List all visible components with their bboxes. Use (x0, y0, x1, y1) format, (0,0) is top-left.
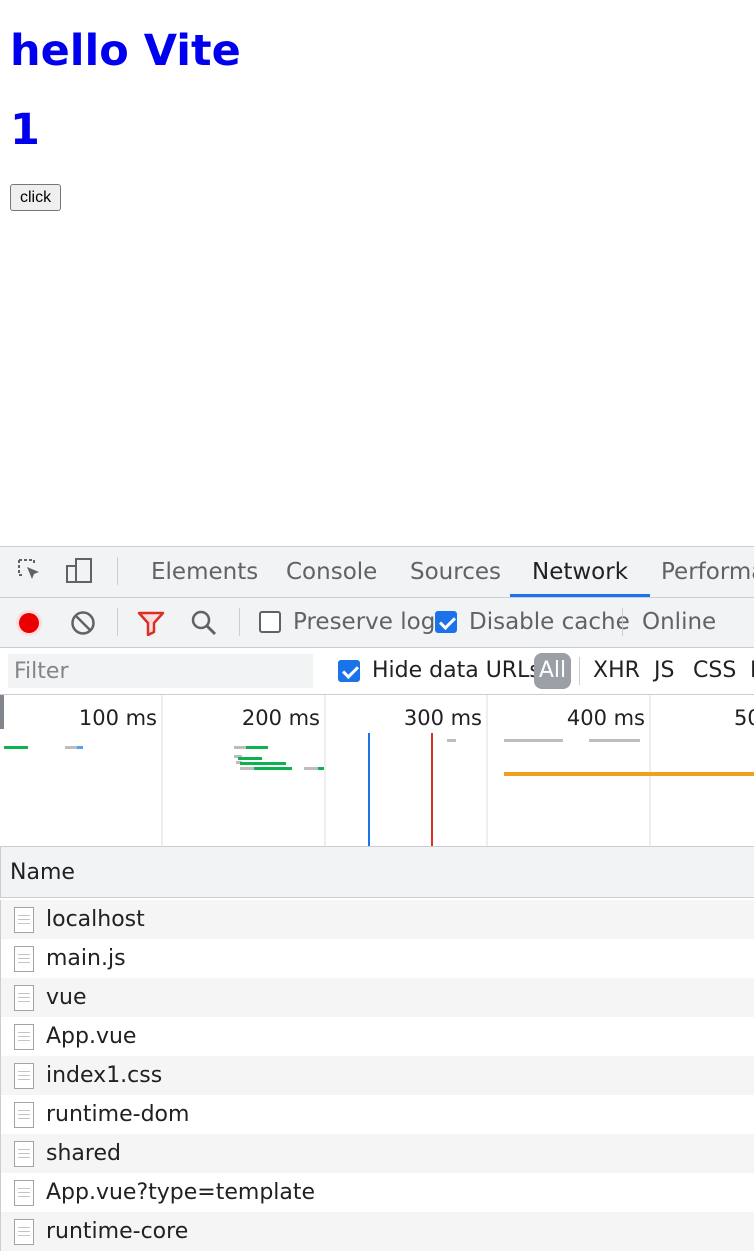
tab-performance[interactable]: Performan (661, 547, 754, 597)
request-table: Name localhost main.js vue App.vue index… (0, 847, 754, 1252)
tab-network[interactable]: Network (510, 547, 651, 597)
hide-data-urls-label: Hide data URLs (372, 658, 541, 683)
tick-label: 400 ms (567, 706, 645, 730)
table-row[interactable]: index1.css (0, 1056, 754, 1095)
search-icon[interactable] (190, 609, 218, 637)
table-row[interactable]: runtime-core (0, 1212, 754, 1251)
filter-input[interactable] (8, 654, 313, 688)
request-name: App.vue?type=template (46, 1180, 316, 1205)
table-row[interactable]: main.js (0, 939, 754, 978)
tick-label: 200 ms (242, 706, 320, 730)
toolbar-divider (117, 608, 118, 636)
toolbar-divider (622, 608, 623, 636)
request-bar (589, 739, 640, 742)
type-filter-all[interactable]: All (534, 653, 571, 689)
page-title: hello Vite (10, 26, 241, 76)
filter-bar: Hide data URLs All XHR JS CSS I (0, 648, 754, 695)
request-bar (65, 746, 77, 749)
tab-sources[interactable]: Sources (410, 547, 501, 597)
request-bar (318, 767, 324, 770)
request-bar (504, 739, 563, 742)
file-icon (14, 985, 34, 1011)
table-row[interactable]: runtime-dom (0, 1095, 754, 1134)
request-bar (254, 767, 292, 770)
inspect-element-icon[interactable] (16, 557, 44, 585)
request-bar (447, 739, 456, 742)
preserve-log-checkbox[interactable] (259, 611, 281, 633)
request-name: App.vue (46, 1024, 137, 1049)
request-bar (504, 772, 754, 776)
network-overview[interactable]: 100 ms 200 ms 300 ms 400 ms 50 (0, 695, 754, 847)
filter-divider (579, 657, 580, 685)
toolbar-divider (239, 608, 240, 636)
tab-console[interactable]: Console (286, 547, 377, 597)
request-name: runtime-core (46, 1219, 189, 1244)
request-bar (240, 767, 254, 770)
request-bar (4, 746, 28, 749)
file-icon (14, 1219, 34, 1245)
overview-timeline: 100 ms 200 ms 300 ms 400 ms 50 (4, 695, 754, 846)
filter-icon[interactable] (137, 610, 165, 636)
tick-label: 300 ms (404, 706, 482, 730)
disable-cache-label: Disable cache (469, 609, 630, 635)
file-icon (14, 1024, 34, 1050)
record-icon[interactable] (15, 609, 43, 637)
type-filter-js[interactable]: JS (654, 648, 674, 694)
throttling-select[interactable]: Online (642, 598, 716, 647)
click-button[interactable]: click (10, 184, 62, 211)
request-name: runtime-dom (46, 1102, 190, 1127)
request-name: main.js (46, 946, 126, 971)
clear-icon[interactable] (70, 610, 96, 636)
table-row[interactable]: shared (0, 1134, 754, 1173)
network-toolbar: Preserve log Disable cache Online (0, 598, 754, 648)
table-row[interactable]: App.vue (0, 1017, 754, 1056)
hide-data-urls-checkbox[interactable] (338, 660, 360, 682)
devtools-panel: Elements Console Sources Network Perform… (0, 546, 754, 1252)
toolbar-divider (117, 557, 118, 585)
request-bar (246, 746, 268, 749)
type-filter-css[interactable]: CSS (693, 648, 736, 694)
file-icon (14, 1180, 34, 1206)
request-bar (234, 746, 246, 749)
type-filter-xhr[interactable]: XHR (593, 648, 640, 694)
disable-cache-checkbox[interactable] (435, 611, 457, 633)
page-content: hello Vite 1 click (0, 0, 754, 546)
name-column-header[interactable]: Name (0, 847, 754, 898)
table-row[interactable]: App.vue?type=template (0, 1173, 754, 1212)
request-name: shared (46, 1141, 121, 1166)
request-bar (238, 757, 262, 760)
table-row[interactable]: vue (0, 978, 754, 1017)
request-bar (77, 746, 83, 749)
type-filter-img[interactable]: I (750, 648, 754, 694)
request-name: localhost (46, 907, 145, 932)
file-icon (14, 946, 34, 972)
file-icon (14, 1063, 34, 1089)
file-icon (14, 1141, 34, 1167)
file-icon (14, 907, 34, 933)
tick-label: 100 ms (79, 706, 157, 730)
preserve-log-label: Preserve log (293, 609, 436, 635)
request-bar (304, 767, 318, 770)
request-bar (240, 762, 286, 765)
name-column-label: Name (10, 860, 75, 885)
request-name: vue (46, 985, 87, 1010)
devtools-tab-bar: Elements Console Sources Network Perform… (0, 547, 754, 598)
tab-elements[interactable]: Elements (151, 547, 258, 597)
request-name: index1.css (46, 1063, 163, 1088)
counter-value: 1 (10, 105, 40, 155)
table-row[interactable]: localhost (0, 900, 754, 939)
tick-label: 50 (734, 706, 754, 730)
file-icon (14, 1102, 34, 1128)
device-toolbar-icon[interactable] (65, 557, 93, 585)
